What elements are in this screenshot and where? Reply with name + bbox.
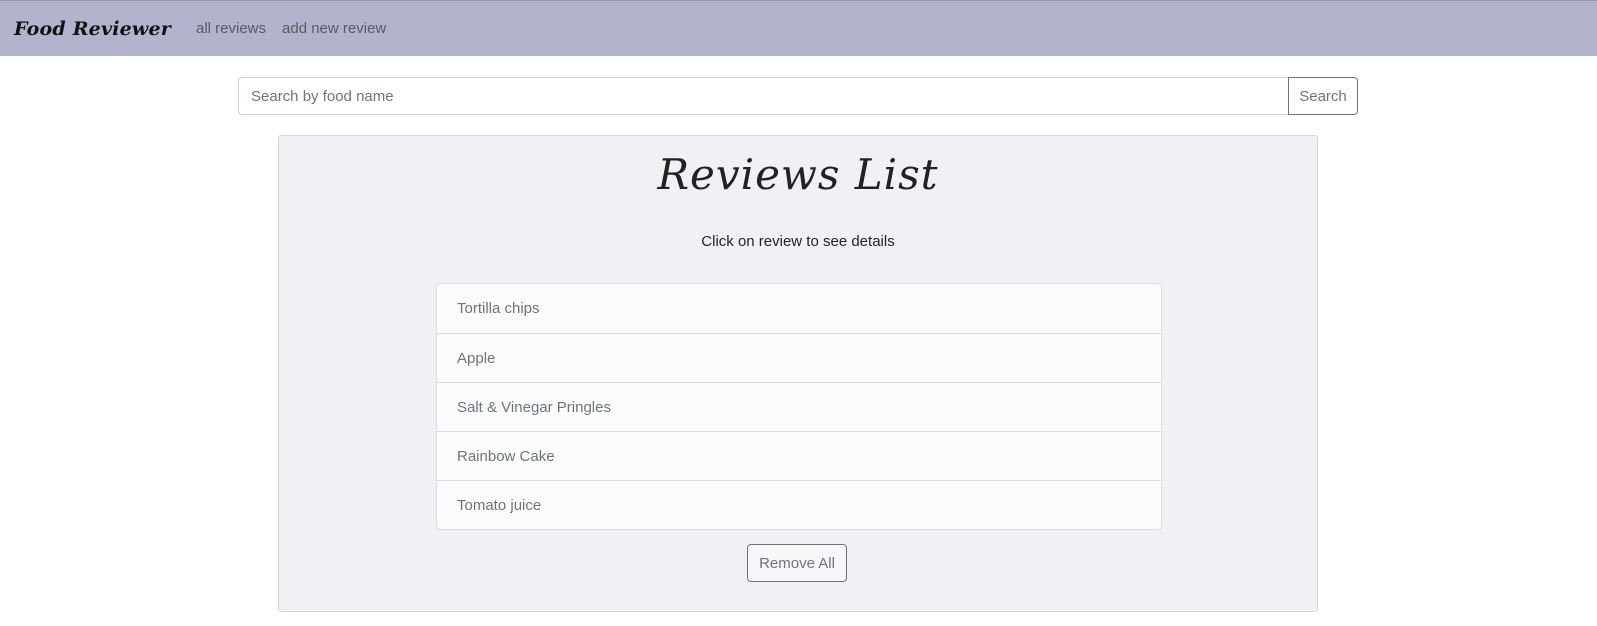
review-item-tomato-juice[interactable]: Tomato juice (437, 480, 1161, 529)
nav-link-all-reviews[interactable]: all reviews (196, 20, 266, 37)
review-item-tortilla-chips[interactable]: Tortilla chips (437, 284, 1161, 333)
review-item-apple[interactable]: Apple (437, 333, 1161, 382)
page-title: Reviews List (657, 150, 939, 199)
review-item-rainbow-cake[interactable]: Rainbow Cake (437, 431, 1161, 480)
search-bar: Search (238, 77, 1358, 115)
remove-all-button[interactable]: Remove All (747, 544, 847, 582)
top-navbar: Food Reviewer all reviews add new review (0, 0, 1597, 56)
review-list: Tortilla chips Apple Salt & Vinegar Prin… (436, 283, 1162, 530)
reviews-panel: Reviews List Click on review to see deta… (278, 135, 1318, 612)
page-subtitle: Click on review to see details (701, 233, 895, 250)
nav-link-add-new-review[interactable]: add new review (282, 20, 386, 37)
search-input[interactable] (238, 77, 1288, 115)
review-item-salt-vinegar-pringles[interactable]: Salt & Vinegar Pringles (437, 382, 1161, 431)
search-button[interactable]: Search (1288, 77, 1358, 115)
brand-logo[interactable]: Food Reviewer (14, 18, 171, 40)
